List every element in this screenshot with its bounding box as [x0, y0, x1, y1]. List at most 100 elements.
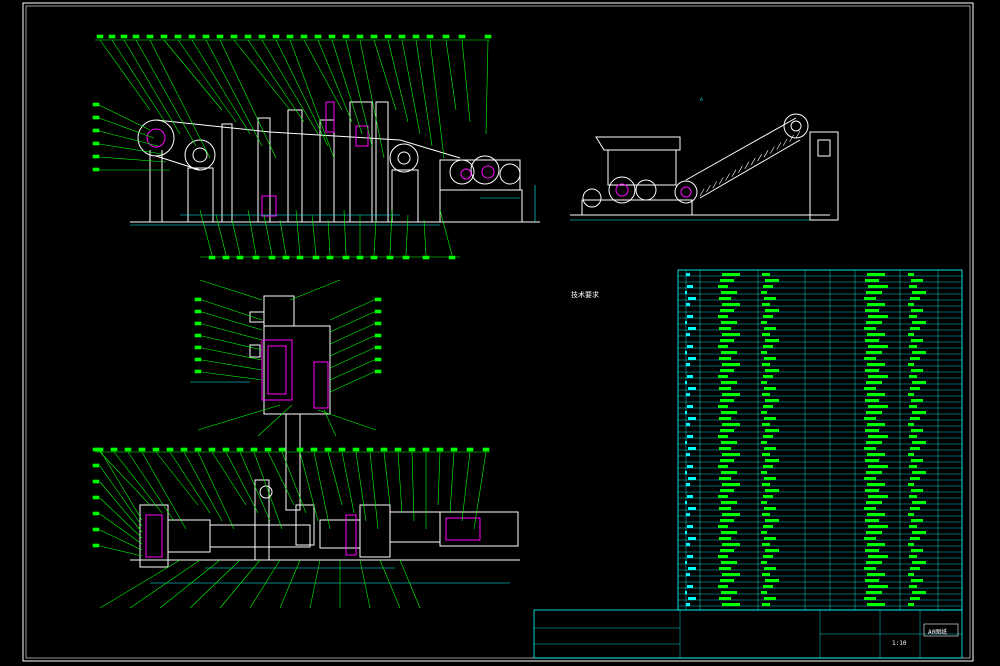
balloon-marker [374, 321, 382, 326]
table-cell-text [912, 351, 926, 354]
table-cell-text [688, 327, 696, 330]
leader-line [127, 451, 175, 522]
table-cell-text [762, 363, 770, 366]
table-cell-text [761, 441, 767, 444]
table-cell-text [865, 369, 879, 372]
table-cell-text [864, 297, 876, 300]
table-cell-text [911, 519, 923, 522]
table-cell-text [868, 555, 888, 558]
table-cell-text [764, 477, 776, 480]
table-cell-text [912, 411, 926, 414]
balloon-marker [422, 447, 430, 452]
table-cell-text [720, 579, 734, 582]
leader-line [177, 39, 237, 123]
table-cell-text [908, 453, 914, 456]
leader-line [485, 39, 489, 135]
table-cell-text [721, 411, 737, 414]
balloon-marker [222, 255, 230, 260]
leader-line [401, 39, 421, 135]
technical-requirements-notes: 技术要求 [500, 292, 670, 302]
balloon-marker [338, 447, 346, 452]
table-cell-text [908, 333, 914, 336]
table-cell-text [688, 357, 696, 360]
leader-line [317, 39, 353, 123]
leader-line [461, 39, 471, 123]
table-cell-text [687, 495, 693, 498]
table-cell-text [718, 315, 728, 318]
balloon-marker [374, 369, 382, 374]
balloon-marker [422, 255, 430, 260]
conveyor-flight [789, 134, 794, 143]
leader-line [98, 143, 163, 155]
balloon-marker [386, 255, 394, 260]
conveyor-flight [718, 177, 724, 185]
table-cell-text [864, 567, 876, 570]
leader-line [191, 39, 251, 135]
table-cell-text [721, 501, 737, 504]
table-cell-text [911, 489, 923, 492]
table-cell-text [866, 591, 882, 594]
leader-line [215, 214, 227, 256]
table-cell-text [761, 321, 767, 324]
leader-line [199, 279, 263, 301]
balloon-marker [92, 463, 100, 468]
table-cell-text [864, 597, 876, 600]
leader-line [399, 559, 421, 609]
table-cell-text [720, 549, 734, 552]
table-cell-text [721, 351, 737, 354]
balloon-marker [188, 34, 196, 39]
table-cell-text [911, 279, 923, 282]
table-cell-text [763, 525, 773, 528]
conveyor-flight [763, 150, 769, 158]
table-cell-text [688, 597, 696, 600]
table-cell-text [687, 315, 693, 318]
leader-line [99, 545, 143, 557]
table-cell-text [911, 579, 923, 582]
table-cell-text [764, 387, 776, 390]
table-cell-text [909, 495, 917, 498]
balloon-marker [398, 34, 406, 39]
table-cell-text [722, 363, 740, 366]
table-cell-text [866, 411, 882, 414]
balloon-marker [208, 255, 216, 260]
table-cell-text [721, 291, 737, 294]
leader-line [313, 451, 331, 530]
parts-list-table [677, 269, 963, 611]
cad-drawing-canvas[interactable]: A [0, 0, 1000, 666]
balloon-marker [482, 447, 490, 452]
table-cell-text [721, 381, 737, 384]
leader-line [329, 299, 375, 321]
table-cell-text [908, 483, 914, 486]
table-cell-text [687, 435, 693, 438]
leader-line [141, 451, 187, 530]
table-cell-text [867, 543, 885, 546]
balloon-marker [326, 255, 334, 260]
conveyor-flight [725, 173, 730, 181]
table-cell-text [721, 321, 737, 324]
plan-leader-lines [92, 447, 490, 609]
leader-line [247, 39, 305, 123]
table-cell-text [761, 501, 767, 504]
balloon-marker [180, 447, 188, 452]
table-cell-text [762, 513, 770, 516]
balloon-marker [92, 527, 100, 532]
table-cell-text [910, 507, 920, 510]
table-cell-text [910, 567, 920, 570]
elevation-view [130, 101, 540, 226]
balloon-marker [484, 34, 492, 39]
title-block [533, 609, 963, 659]
leader-line [253, 451, 283, 530]
balloon-marker [194, 321, 202, 326]
balloon-marker [92, 495, 100, 500]
table-cell-text [719, 567, 731, 570]
table-cell-text [686, 603, 690, 606]
table-cell-text [909, 555, 917, 558]
table-cell-text [866, 471, 882, 474]
table-cell-text [720, 429, 734, 432]
table-cell-text [865, 429, 879, 432]
table-cell-text [865, 279, 879, 282]
leader-line [329, 335, 375, 357]
table-cell-text [688, 507, 696, 510]
balloon-marker [282, 255, 290, 260]
table-cell-text [685, 351, 687, 354]
